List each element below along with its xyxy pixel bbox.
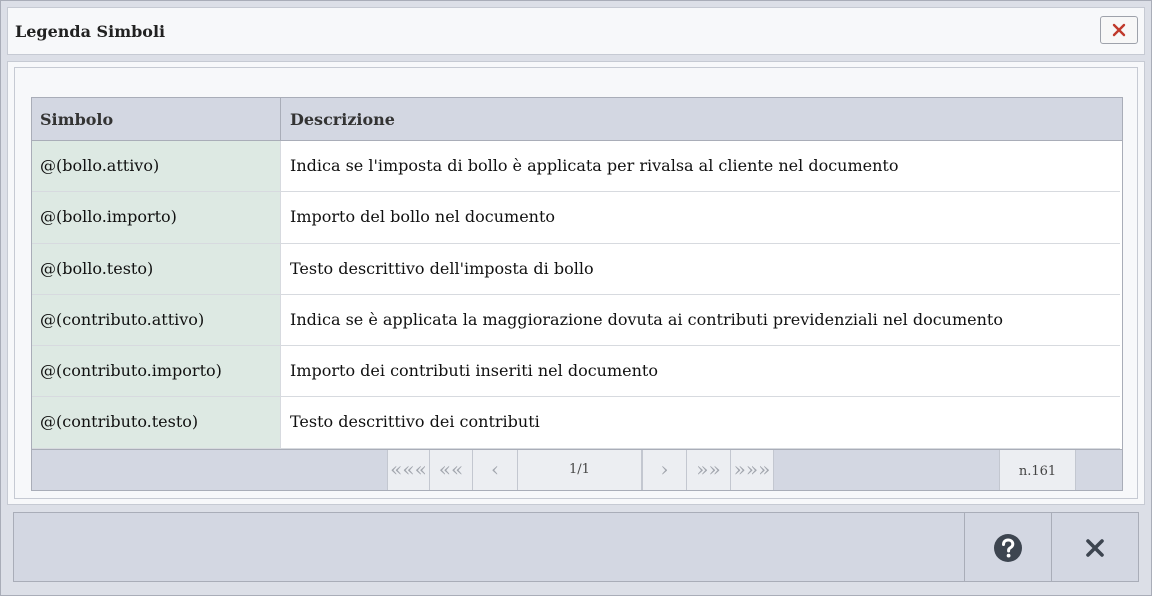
content-panel: Simbolo Descrizione @(bollo.attivo) Indi… xyxy=(7,61,1145,505)
footer-toolbar xyxy=(13,512,1139,582)
record-count: n.161 xyxy=(999,450,1076,490)
column-header-symbol[interactable]: Simbolo xyxy=(32,98,281,140)
fast-forward-button[interactable]: »» xyxy=(686,450,730,490)
symbol-cell: @(bollo.testo) xyxy=(32,243,281,294)
description-cell: Importo del bollo nel documento xyxy=(282,192,1120,243)
description-cell: Importo dei contributi inseriti nel docu… xyxy=(282,346,1120,397)
symbol-cell: @(bollo.importo) xyxy=(32,192,281,243)
legend-dialog: Legenda Simboli Simbolo Descrizione @(bo… xyxy=(0,0,1152,596)
symbol-cell: @(bollo.attivo) xyxy=(32,141,281,192)
content-inner-panel: Simbolo Descrizione @(bollo.attivo) Indi… xyxy=(14,67,1138,499)
table-row[interactable]: @(bollo.attivo) Indica se l'imposta di b… xyxy=(32,141,1120,193)
table-body: @(bollo.attivo) Indica se l'imposta di b… xyxy=(32,141,1122,449)
table-row[interactable]: @(contributo.importo) Importo dei contri… xyxy=(32,346,1120,398)
description-cell: Testo descrittivo dell'imposta di bollo xyxy=(282,243,1120,294)
pager: ««« «« ‹ 1/1 › »» »»» n.161 xyxy=(32,449,1122,490)
prev-page-button[interactable]: ‹ xyxy=(472,450,517,490)
next-page-button[interactable]: › xyxy=(642,450,686,490)
close-icon xyxy=(1086,539,1104,557)
fast-back-button[interactable]: «« xyxy=(429,450,472,490)
table-row[interactable]: @(bollo.importo) Importo del bollo nel d… xyxy=(32,192,1120,244)
first-page-button[interactable]: ««« xyxy=(387,450,429,490)
description-cell: Testo descrittivo dei contributi xyxy=(282,397,1120,448)
dialog-title: Legenda Simboli xyxy=(15,22,166,41)
page-indicator: 1/1 xyxy=(517,450,642,490)
table-row[interactable]: @(contributo.testo) Testo descrittivo de… xyxy=(32,397,1120,449)
symbol-cell: @(contributo.testo) xyxy=(32,397,281,448)
symbol-cell: @(contributo.attivo) xyxy=(32,294,281,346)
close-icon xyxy=(1112,23,1126,37)
title-bar: Legenda Simboli xyxy=(7,7,1145,55)
description-cell: Indica se l'imposta di bollo è applicata… xyxy=(282,141,1120,192)
symbol-cell: @(contributo.importo) xyxy=(32,346,281,397)
last-page-button[interactable]: »»» xyxy=(730,450,774,490)
symbols-table: Simbolo Descrizione @(bollo.attivo) Indi… xyxy=(31,97,1123,491)
column-header-description[interactable]: Descrizione xyxy=(282,98,1120,140)
description-cell: Indica se è applicata la maggiorazione d… xyxy=(282,294,1120,346)
table-row[interactable]: @(bollo.testo) Testo descrittivo dell'im… xyxy=(32,243,1120,295)
help-button[interactable] xyxy=(964,513,1051,581)
table-row[interactable]: @(contributo.attivo) Indica se è applica… xyxy=(32,294,1120,347)
help-icon xyxy=(994,534,1022,562)
table-header: Simbolo Descrizione xyxy=(32,98,1122,141)
footer-close-button[interactable] xyxy=(1051,513,1138,581)
close-button[interactable] xyxy=(1100,16,1138,44)
